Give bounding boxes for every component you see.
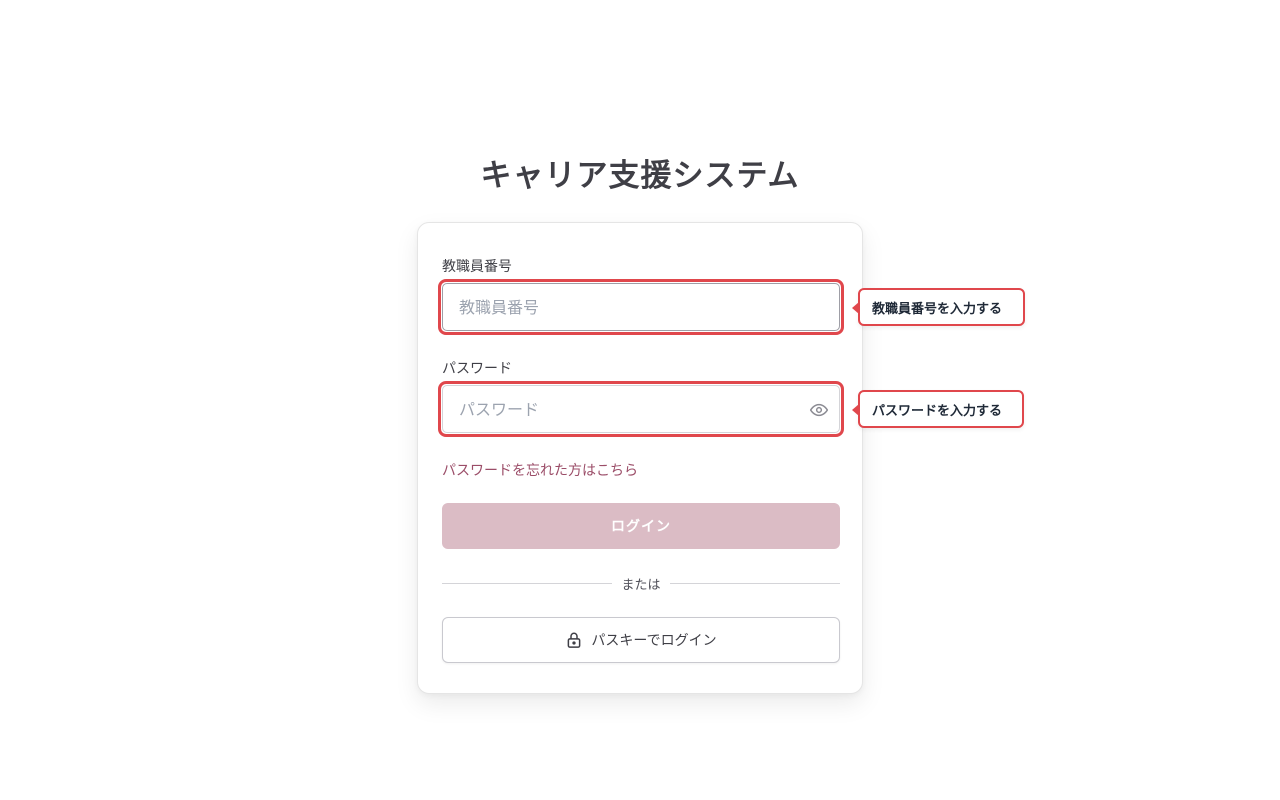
- or-divider: または: [442, 573, 840, 593]
- login-page: キャリア支援システム 教職員番号 パスワード パスワードを忘れた方はこちら ログ…: [0, 0, 1280, 800]
- passkey-login-button[interactable]: パスキーでログイン: [442, 617, 840, 663]
- login-card: 教職員番号 パスワード パスワードを忘れた方はこちら ログイン また: [417, 222, 863, 694]
- staff-id-input[interactable]: [443, 284, 839, 330]
- login-button[interactable]: ログイン: [442, 503, 840, 549]
- forgot-password-link[interactable]: パスワードを忘れた方はこちら: [442, 460, 638, 480]
- staff-id-label: 教職員番号: [442, 259, 512, 275]
- password-input[interactable]: [443, 386, 839, 432]
- page-title: キャリア支援システム: [480, 158, 800, 194]
- password-highlight: [438, 381, 844, 437]
- staff-id-callout: 教職員番号を入力する: [852, 288, 1025, 326]
- divider-line-right: [670, 583, 840, 584]
- passkey-button-label: パスキーでログイン: [591, 633, 717, 649]
- password-callout: パスワードを入力する: [852, 390, 1024, 428]
- staff-id-field-box: [442, 283, 840, 331]
- lock-icon: [565, 631, 583, 649]
- eye-icon[interactable]: [809, 400, 829, 420]
- password-label: パスワード: [442, 361, 512, 377]
- staff-id-highlight: [438, 279, 844, 335]
- password-field-box: [442, 385, 840, 433]
